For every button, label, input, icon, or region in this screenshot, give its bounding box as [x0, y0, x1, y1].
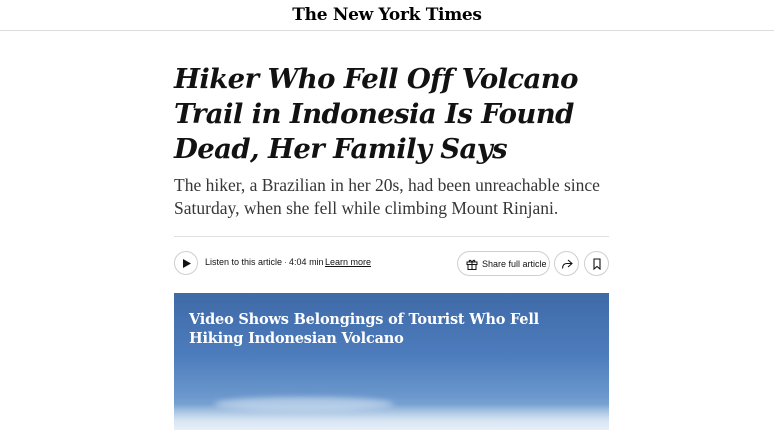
share-arrow-icon [561, 259, 573, 269]
video-cloud-bank [174, 404, 609, 430]
save-bookmark-button[interactable] [584, 251, 609, 276]
article-header: Hiker Who Fell Off Volcano Trail in Indo… [174, 62, 609, 220]
masthead: The New York Times [0, 0, 774, 31]
listen-duration: 4:04 min [289, 257, 324, 267]
gift-icon [466, 259, 478, 270]
share-full-article-button[interactable]: Share full article [457, 251, 550, 276]
article-toolbar: Listen to this article · 4:04 min Learn mo… [174, 236, 609, 290]
nyt-logo[interactable]: The New York Times [292, 5, 482, 25]
headline: Hiker Who Fell Off Volcano Trail in Indo… [174, 63, 579, 165]
share-full-article-label: Share full article [482, 258, 547, 269]
play-icon [183, 258, 191, 268]
video-title: Video Shows Belongings of Tourist Who Fe… [189, 311, 539, 347]
listen-separator: · [284, 257, 288, 267]
listen-label: Listen to this article [205, 257, 283, 267]
video-player[interactable]: Video Shows Belongings of Tourist Who Fe… [174, 293, 609, 430]
bookmark-icon [592, 257, 601, 270]
article-summary: The hiker, a Brazilian in her 20s, had b… [174, 175, 600, 218]
share-button[interactable] [554, 251, 579, 276]
listen-info: Listen to this article · 4:04 min [205, 257, 324, 267]
learn-more-link[interactable]: Learn more [325, 257, 371, 267]
play-audio-button[interactable] [174, 251, 198, 275]
